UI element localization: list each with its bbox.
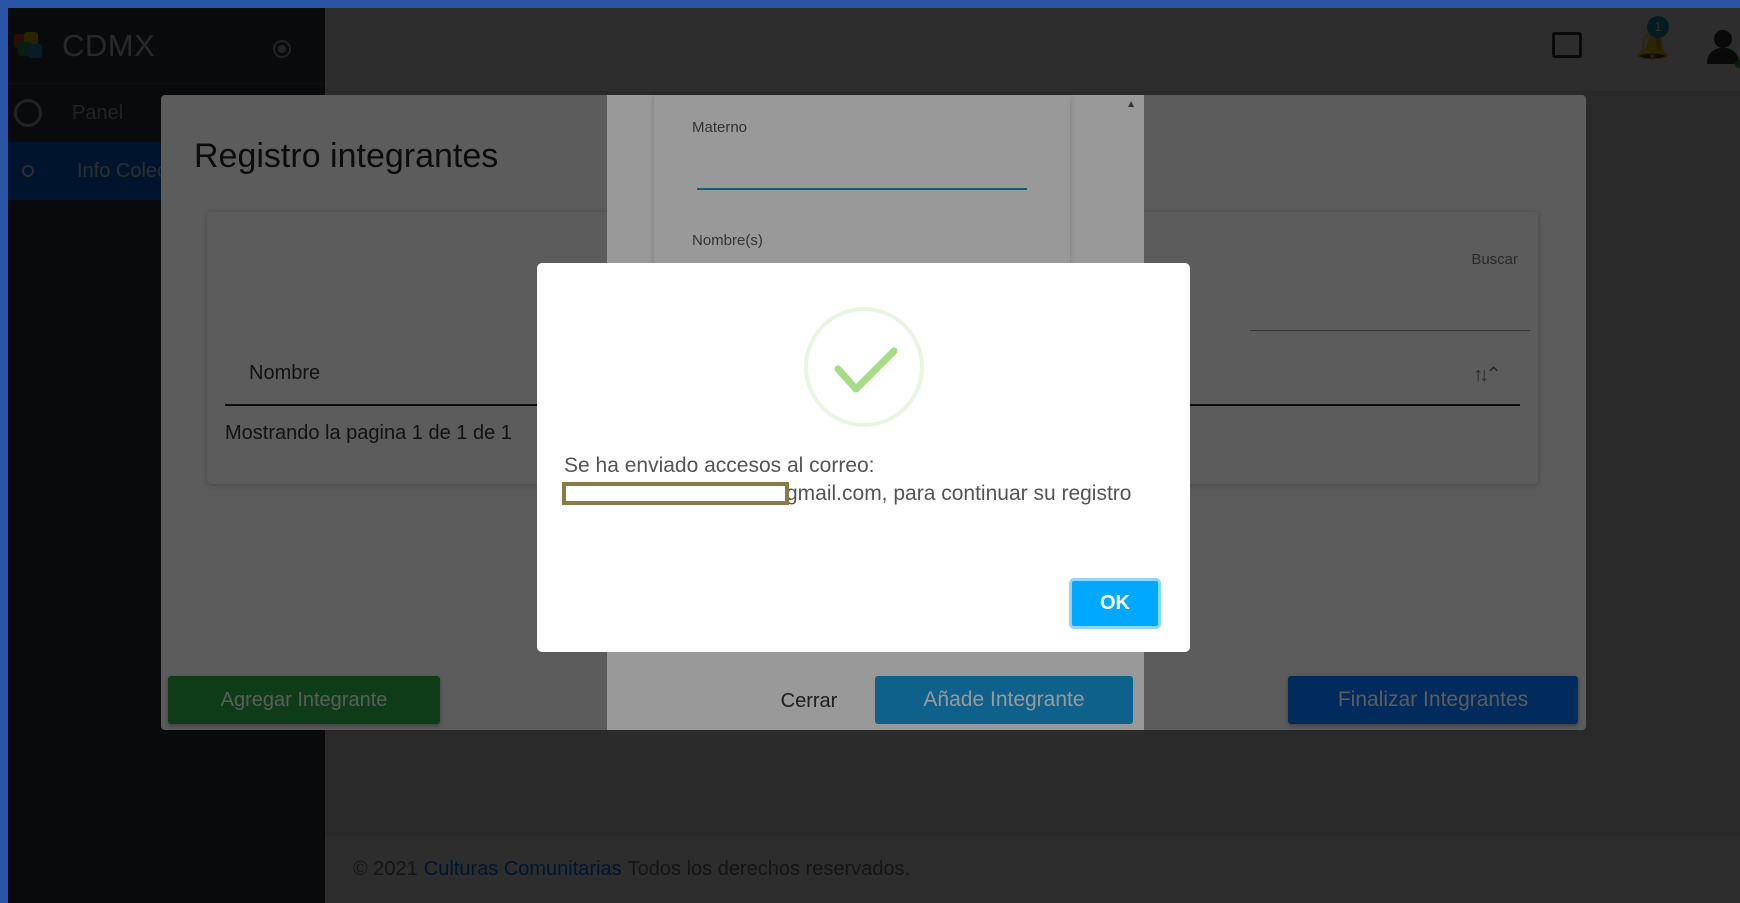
app-window: CDMX Panel Info Colectivo 🔔 1 © 2021 Cul… <box>8 8 1740 903</box>
success-alert: Se ha enviado accesos al correo: xxxxxxx… <box>537 263 1190 652</box>
redaction-box <box>562 482 789 505</box>
ok-button[interactable]: OK <box>1069 578 1161 629</box>
success-check-icon <box>804 307 924 427</box>
